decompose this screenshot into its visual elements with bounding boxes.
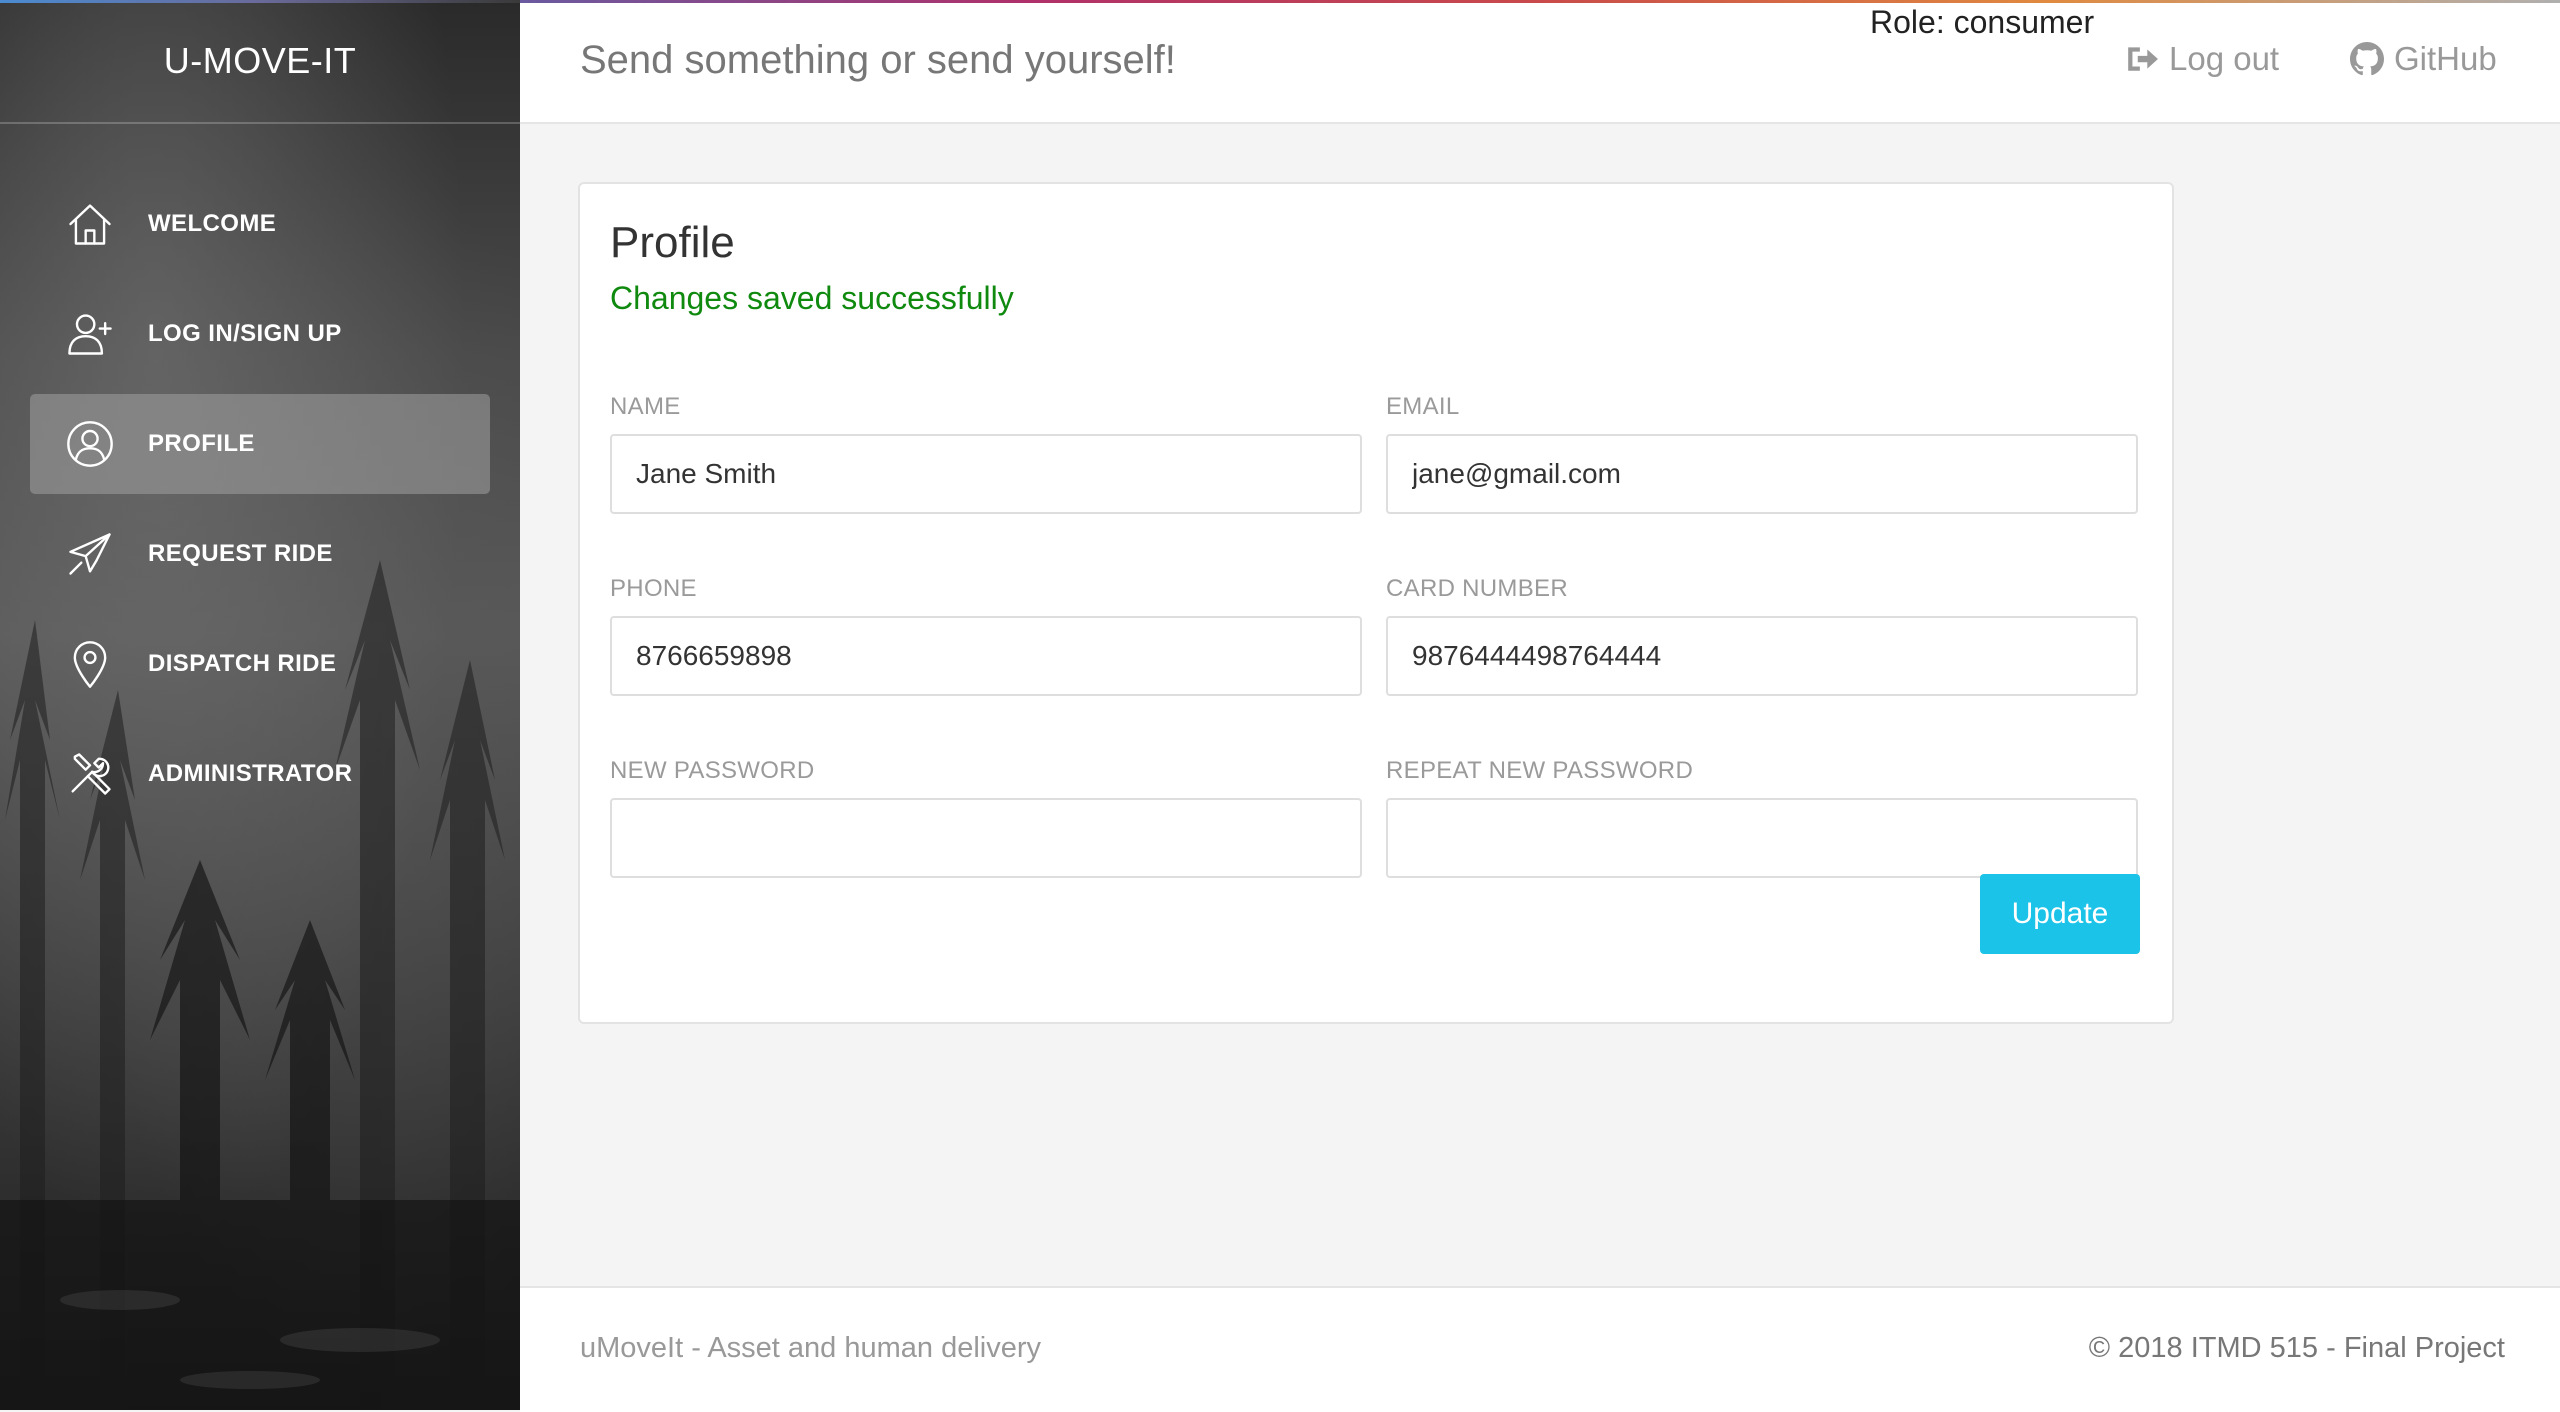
footer-tagline: uMoveIt - Asset and human delivery — [580, 1332, 1042, 1364]
page-tagline: Send something or send yourself! — [580, 38, 1176, 82]
github-label: GitHub — [2394, 40, 2497, 77]
name-field-group: NAME — [610, 390, 1362, 514]
profile-card: Profile Changes saved successfully NAME … — [578, 182, 2174, 1024]
new-password-label: NEW PASSWORD — [610, 757, 815, 784]
sidebar: U-MOVE-IT WELCOME LOG IN/SIGN UP PROFILE… — [0, 0, 520, 1410]
page-title: Profile — [610, 218, 735, 267]
github-link[interactable]: GitHub — [2350, 40, 2497, 78]
header-accent-line — [520, 0, 2560, 3]
sidebar-nav: WELCOME LOG IN/SIGN UP PROFILE REQUEST R… — [30, 174, 490, 834]
sidebar-item-label: LOG IN/SIGN UP — [148, 320, 342, 347]
card-number-label: CARD NUMBER — [1386, 575, 1568, 602]
update-button[interactable]: Update — [1980, 874, 2140, 954]
repeat-password-field-group: REPEAT NEW PASSWORD — [1386, 754, 2138, 878]
repeat-password-input[interactable] — [1386, 798, 2138, 878]
repeat-password-label: REPEAT NEW PASSWORD — [1386, 757, 1694, 784]
user-circle-icon — [62, 416, 118, 472]
sidebar-item-label: WELCOME — [148, 210, 277, 237]
sidebar-item-label: ADMINISTRATOR — [148, 760, 353, 787]
sidebar-item-welcome[interactable]: WELCOME — [30, 174, 490, 274]
sidebar-item-request-ride[interactable]: REQUEST RIDE — [30, 504, 490, 604]
phone-field-group: PHONE — [610, 572, 1362, 696]
sidebar-item-label: PROFILE — [148, 430, 255, 457]
logout-link[interactable]: Log out — [2125, 40, 2279, 78]
new-password-input[interactable] — [610, 798, 1362, 878]
github-icon — [2350, 42, 2384, 76]
email-label: EMAIL — [1386, 393, 1460, 420]
map-pin-icon — [62, 636, 118, 692]
sidebar-item-dispatch-ride[interactable]: DISPATCH RIDE — [30, 614, 490, 714]
success-message: Changes saved successfully — [610, 280, 1014, 316]
tools-icon — [62, 746, 118, 802]
phone-input[interactable] — [610, 616, 1362, 696]
sidebar-item-label: REQUEST RIDE — [148, 540, 333, 567]
sidebar-item-administrator[interactable]: ADMINISTRATOR — [30, 724, 490, 824]
sidebar-item-label: DISPATCH RIDE — [148, 650, 337, 677]
airplane-icon — [62, 526, 118, 582]
footer: uMoveIt - Asset and human delivery © 201… — [520, 1286, 2560, 1412]
footer-copyright: © 2018 ITMD 515 - Final Project — [2088, 1332, 2505, 1364]
name-input[interactable] — [610, 434, 1362, 514]
name-label: NAME — [610, 393, 681, 420]
user-role-label: Role: consumer — [1870, 4, 2095, 40]
new-password-field-group: NEW PASSWORD — [610, 754, 1362, 878]
email-field-group: EMAIL — [1386, 390, 2138, 514]
logout-label: Log out — [2169, 40, 2280, 77]
card-number-field-group: CARD NUMBER — [1386, 572, 2138, 696]
email-input[interactable] — [1386, 434, 2138, 514]
phone-label: PHONE — [610, 575, 697, 602]
top-header: Send something or send yourself! Role: c… — [520, 0, 2560, 124]
home-icon — [62, 196, 118, 252]
add-user-icon — [62, 306, 118, 362]
brand-logo-text[interactable]: U-MOVE-IT — [0, 0, 520, 124]
sidebar-item-profile[interactable]: PROFILE — [30, 394, 490, 494]
sign-out-icon — [2128, 47, 2158, 71]
card-number-input[interactable] — [1386, 616, 2138, 696]
sidebar-item-login-signup[interactable]: LOG IN/SIGN UP — [30, 284, 490, 384]
